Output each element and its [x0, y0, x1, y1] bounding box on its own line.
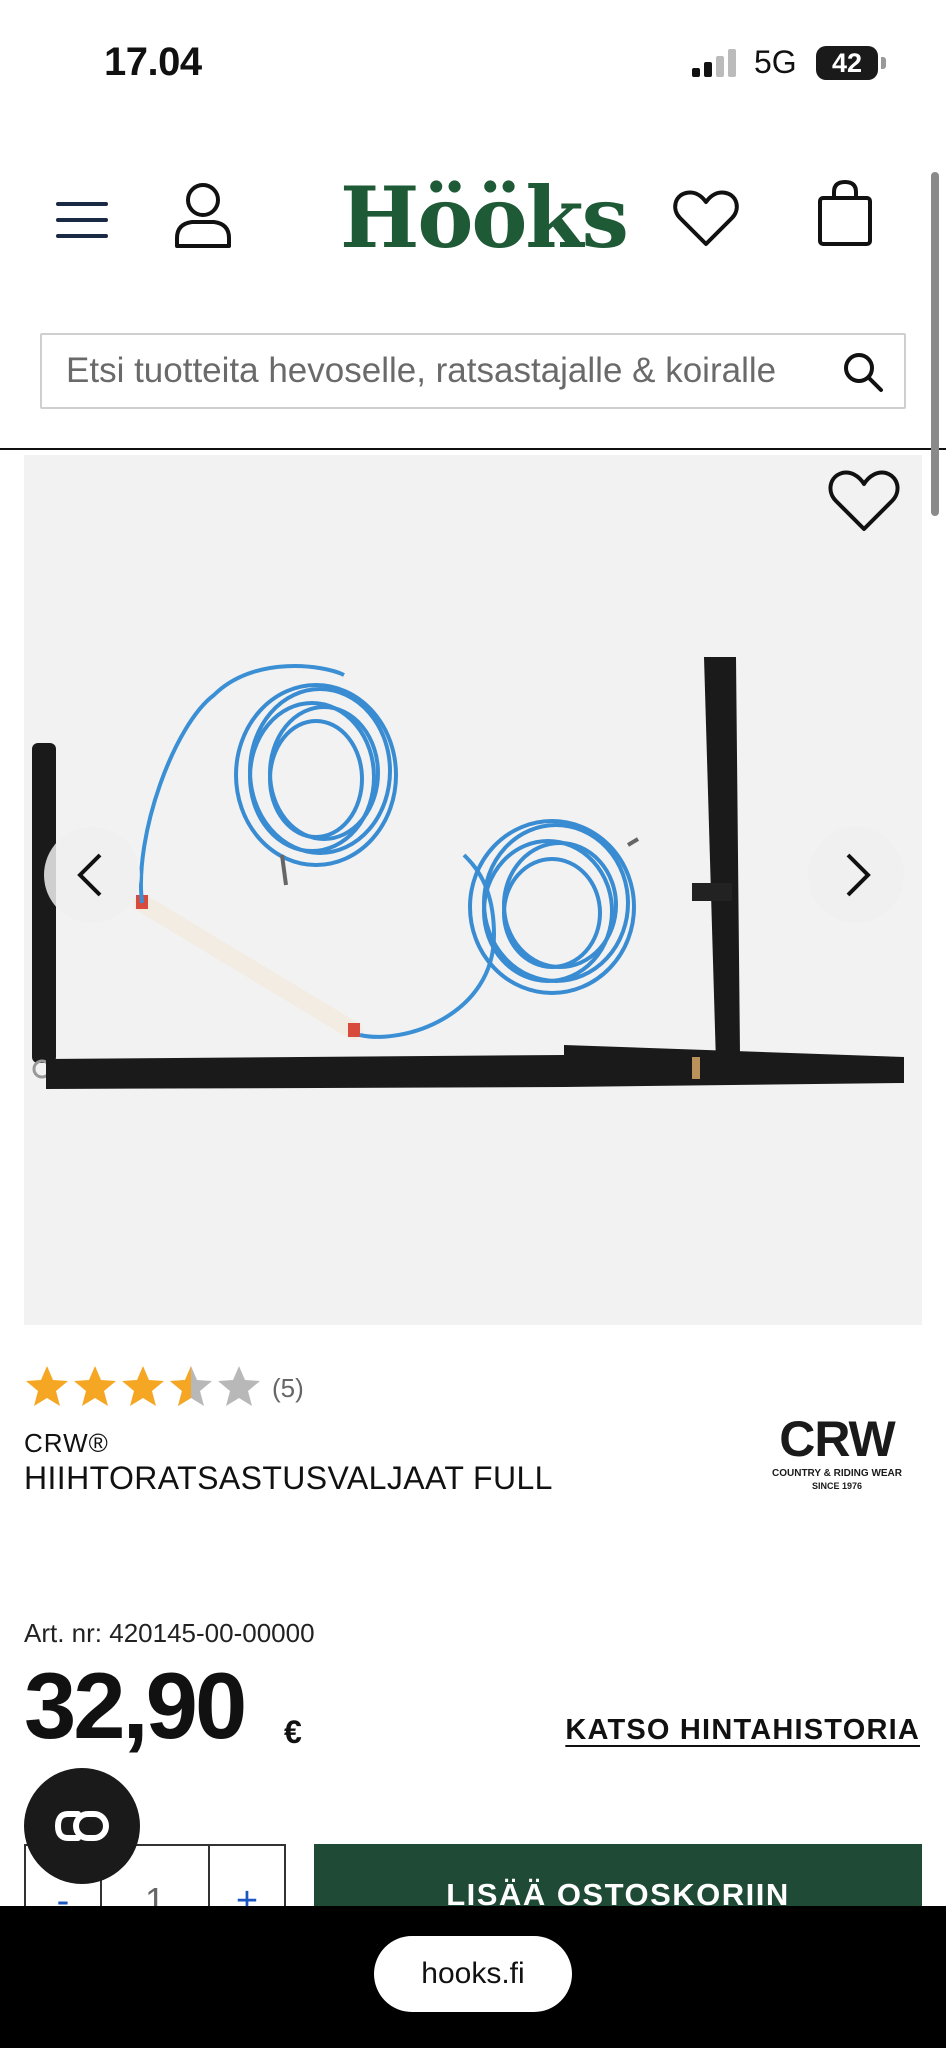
brand-logo[interactable]: CRW COUNTRY & RIDING WEAR SINCE 1976 — [762, 1404, 912, 1494]
star-icon — [74, 1366, 116, 1406]
signal-icon — [692, 49, 736, 77]
star-icon — [122, 1366, 164, 1406]
gallery-next-button[interactable] — [808, 827, 904, 923]
product-title: HIIHTORATSASTUSVALJAAT FULL — [24, 1460, 553, 1496]
star-icon — [26, 1366, 68, 1406]
header-divider — [0, 448, 946, 450]
chevron-left-icon — [77, 853, 102, 897]
product-image — [32, 657, 904, 1089]
product-gallery[interactable] — [24, 455, 922, 1325]
price-currency: € — [284, 1714, 302, 1750]
brand-logo-tagline: COUNTRY & RIDING WEAR — [772, 1468, 903, 1479]
browser-toolbar: hooks.fi — [0, 1906, 946, 2048]
brand-logo-since: SINCE 1976 — [812, 1481, 862, 1491]
chat-icon — [54, 1811, 109, 1841]
search-bar — [40, 333, 906, 409]
product-brand[interactable]: CRW® — [24, 1428, 109, 1459]
heart-icon[interactable] — [672, 186, 740, 250]
star-icon — [170, 1366, 212, 1406]
price-history-link[interactable]: KATSO HINTAHISTORIA — [565, 1714, 920, 1747]
chevron-right-icon — [846, 853, 871, 897]
search-icon[interactable] — [840, 349, 886, 395]
site-logo[interactable]: Hööks — [340, 168, 629, 267]
search-input[interactable] — [66, 335, 786, 407]
gallery-prev-button[interactable] — [44, 827, 140, 923]
rating-count: (5) — [272, 1373, 304, 1403]
url-bar[interactable]: hooks.fi — [374, 1936, 572, 2012]
page-scrollbar[interactable] — [931, 172, 939, 516]
chat-button[interactable] — [24, 1768, 140, 1884]
product-price: 32,90 — [24, 1653, 247, 1758]
bag-icon[interactable] — [814, 178, 876, 248]
add-to-wishlist-icon[interactable] — [826, 465, 902, 537]
network-label: 5G — [754, 44, 797, 80]
status-time: 17.04 — [104, 40, 202, 84]
product-rating[interactable]: (5) — [24, 1364, 324, 1414]
battery-indicator: 42 — [816, 46, 886, 80]
star-icon — [218, 1366, 260, 1406]
menu-icon[interactable] — [52, 190, 112, 250]
site-header: Hööks — [0, 150, 946, 280]
status-bar: 17.04 5G 42 — [0, 0, 946, 130]
brand-logo-name: CRW — [779, 1411, 896, 1467]
article-number: Art. nr: 420145-00-00000 — [24, 1618, 315, 1648]
battery-percent: 42 — [831, 48, 863, 78]
account-icon[interactable] — [172, 180, 234, 250]
